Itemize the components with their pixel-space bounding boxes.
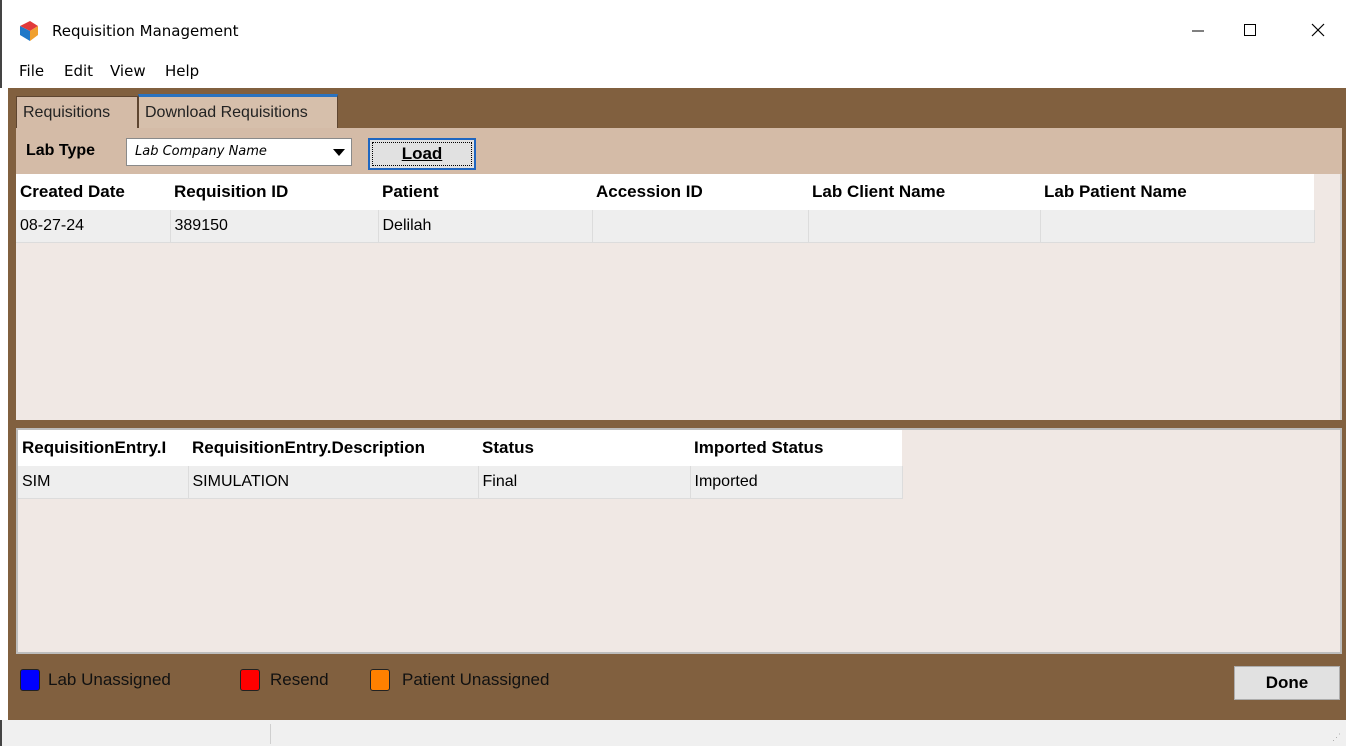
requisitions-table: Created Date Requisition ID Patient Acce… (16, 174, 1315, 243)
requisitions-header-row: Created Date Requisition ID Patient Acce… (16, 174, 1314, 210)
table-cell[interactable]: Final (478, 466, 691, 499)
app-logo-icon (18, 20, 42, 44)
requisition-entries-grid[interactable]: RequisitionEntry.I RequisitionEntry.Desc… (16, 428, 1342, 654)
patient-unassigned-swatch (370, 669, 390, 691)
column-header[interactable]: Patient (378, 174, 592, 210)
resend-label: Resend (270, 670, 329, 689)
status-divider (270, 724, 271, 744)
table-cell[interactable]: 08-27-24 (16, 210, 171, 243)
menu-view[interactable]: View (110, 62, 146, 80)
menu-bar: File Edit View Help (0, 52, 1346, 88)
lab-type-value: Lab Company Name (135, 144, 267, 159)
menu-file[interactable]: File (19, 62, 44, 80)
table-cell[interactable]: SIM (18, 466, 189, 499)
lab-unassigned-label: Lab Unassigned (48, 670, 171, 689)
column-header[interactable]: Status (478, 430, 690, 466)
load-button-label: Load (401, 144, 443, 163)
table-cell[interactable]: Delilah (378, 210, 593, 243)
maximize-button[interactable] (1230, 14, 1270, 46)
minimize-button[interactable] (1178, 14, 1218, 46)
lab-type-dropdown[interactable]: Lab Company Name (126, 138, 352, 166)
close-icon (1311, 23, 1325, 37)
filter-toolbar: Lab Type Lab Company Name Load (16, 128, 1342, 174)
column-header[interactable]: Accession ID (592, 174, 808, 210)
table-row[interactable]: SIM SIMULATION Final Imported (18, 466, 903, 499)
entries-header-row: RequisitionEntry.I RequisitionEntry.Desc… (18, 430, 902, 466)
column-header[interactable]: Lab Client Name (808, 174, 1040, 210)
column-header[interactable]: RequisitionEntry.Description (188, 430, 478, 466)
done-button[interactable]: Done (1234, 666, 1340, 700)
resize-grip-icon[interactable]: ⋰ (1332, 732, 1342, 742)
menu-edit[interactable]: Edit (64, 62, 93, 80)
requisitions-grid[interactable]: Created Date Requisition ID Patient Acce… (16, 174, 1342, 420)
patient-unassigned-label: Patient Unassigned (402, 670, 550, 689)
client-area: Requisitions Download Requisitions Lab T… (8, 88, 1346, 720)
lab-type-label: Lab Type (26, 142, 96, 159)
table-cell[interactable] (592, 210, 809, 243)
column-header[interactable]: Created Date (16, 174, 170, 210)
table-cell[interactable]: 389150 (170, 210, 379, 243)
close-button[interactable] (1298, 14, 1338, 46)
chevron-down-icon[interactable] (333, 149, 345, 156)
title-bar: Requisition Management (0, 0, 1346, 52)
table-row[interactable]: 08-27-24 389150 Delilah (16, 210, 1315, 243)
tab-download-requisitions[interactable]: Download Requisitions (138, 94, 338, 128)
table-cell[interactable]: Imported (690, 466, 903, 499)
menu-help[interactable]: Help (165, 62, 199, 80)
minimize-icon (1191, 23, 1205, 37)
resend-swatch (240, 669, 260, 691)
column-header[interactable]: Lab Patient Name (1040, 174, 1314, 210)
column-header[interactable]: Requisition ID (170, 174, 378, 210)
maximize-icon (1243, 23, 1257, 37)
load-button[interactable]: Load (368, 138, 476, 170)
tab-requisitions[interactable]: Requisitions (16, 96, 138, 128)
table-cell[interactable] (1040, 210, 1315, 243)
window-title: Requisition Management (52, 22, 239, 40)
table-cell[interactable]: SIMULATION (188, 466, 479, 499)
entries-table: RequisitionEntry.I RequisitionEntry.Desc… (18, 430, 903, 499)
status-bar: ⋰ (0, 720, 1346, 746)
lab-unassigned-swatch (20, 669, 40, 691)
column-header[interactable]: Imported Status (690, 430, 902, 466)
table-cell[interactable] (808, 210, 1041, 243)
column-header[interactable]: RequisitionEntry.I (18, 430, 188, 466)
